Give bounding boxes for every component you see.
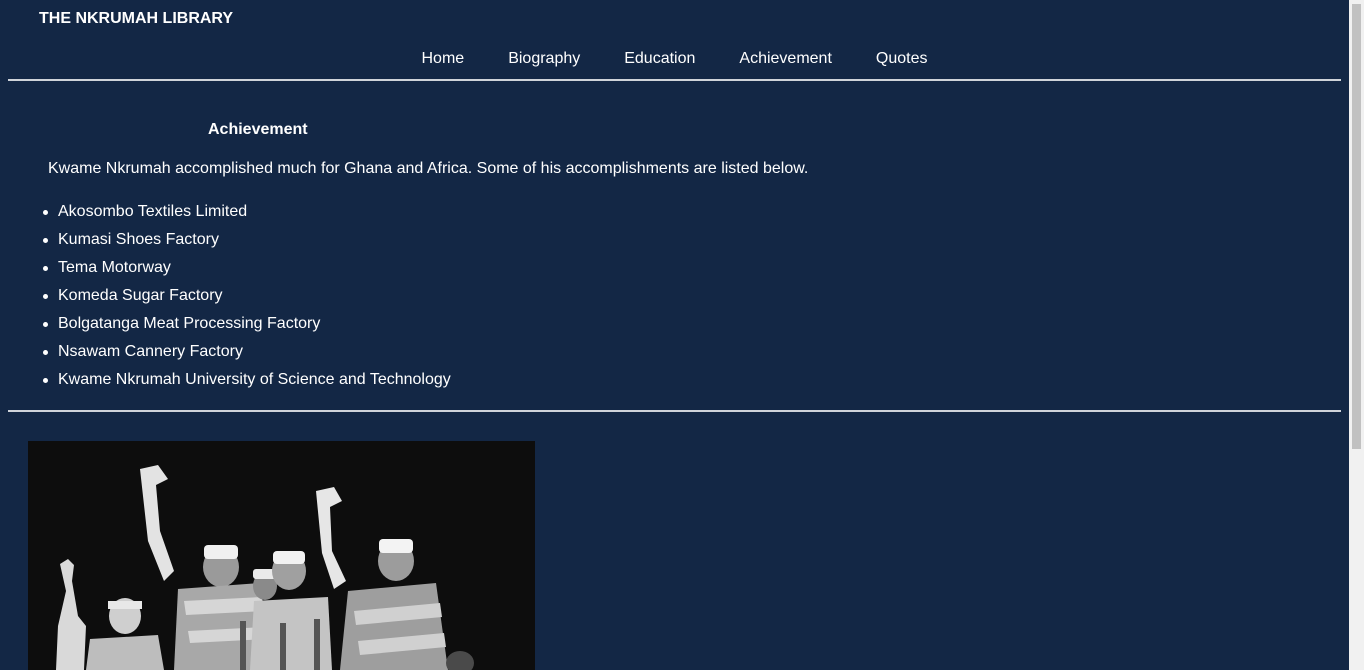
list-item: Nsawam Cannery Factory xyxy=(43,343,451,371)
scrollbar-thumb[interactable] xyxy=(1352,4,1361,449)
list-item: Komeda Sugar Factory xyxy=(43,287,451,315)
nav-biography-link[interactable]: Biography xyxy=(508,50,580,68)
header-divider xyxy=(8,79,1341,81)
accomplishments-list: Akosombo Textiles Limited Kumasi Shoes F… xyxy=(43,203,451,399)
nav-quotes-link[interactable]: Quotes xyxy=(876,50,928,68)
main-nav: Home Biography Education Achievement Quo… xyxy=(0,50,1349,68)
vertical-scrollbar[interactable] xyxy=(1349,0,1364,670)
list-item: Kwame Nkrumah University of Science and … xyxy=(43,371,451,399)
site-title: THE NKRUMAH LIBRARY xyxy=(39,10,234,27)
photo-illustration xyxy=(28,441,535,670)
list-item: Bolgatanga Meat Processing Factory xyxy=(43,315,451,343)
nav-achievement-link[interactable]: Achievement xyxy=(739,50,832,68)
section-heading: Achievement xyxy=(208,121,308,138)
list-item: Tema Motorway xyxy=(43,259,451,287)
page: THE NKRUMAH LIBRARY Home Biography Educa… xyxy=(0,0,1364,670)
list-item: Kumasi Shoes Factory xyxy=(43,231,451,259)
nav-education-link[interactable]: Education xyxy=(624,50,695,68)
nav-home-link[interactable]: Home xyxy=(422,50,465,68)
intro-text: Kwame Nkrumah accomplished much for Ghan… xyxy=(48,160,809,177)
historical-photo xyxy=(28,441,535,670)
content-divider xyxy=(8,410,1341,412)
list-item: Akosombo Textiles Limited xyxy=(43,203,451,231)
